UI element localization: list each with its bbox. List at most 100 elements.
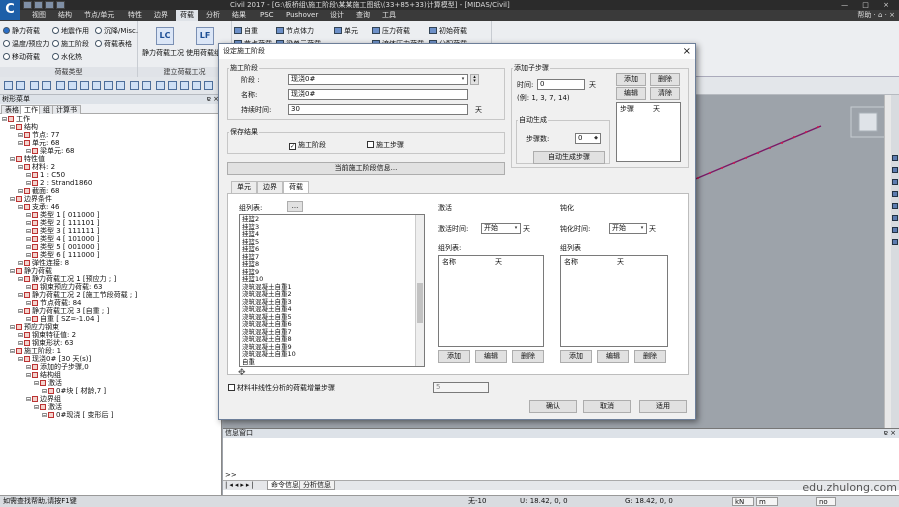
menu-load[interactable]: 荷载 — [176, 10, 198, 21]
tree-node[interactable]: ⊟ 预应力钢束 — [10, 323, 59, 331]
expand-icon[interactable]: ⊟ — [18, 141, 23, 147]
group-list-item[interactable]: 自重 — [242, 358, 255, 366]
tree-node[interactable]: ⊟ 钢束预应力荷载: 63 — [26, 283, 103, 291]
deactivate-delete-button[interactable]: 删除 — [634, 350, 666, 363]
tree-node[interactable]: ⊟ 类型 5 [ 001000 ] — [26, 243, 100, 251]
group-list-scrollbar[interactable] — [415, 215, 424, 366]
tab-command-info[interactable]: 命令信息 — [267, 481, 303, 490]
tree-node[interactable]: ⊟ 1 : C50 — [26, 171, 65, 179]
save-stage-checkbox[interactable]: ✓ 施工阶段 — [289, 141, 326, 150]
perspective-icon[interactable] — [892, 239, 898, 245]
deactivate-list[interactable]: 名称 天 — [560, 255, 668, 347]
menu-tools[interactable]: 工具 — [378, 10, 400, 21]
expand-icon[interactable]: ⊟ — [18, 341, 23, 347]
activate-edit-button[interactable]: 编辑 — [475, 350, 507, 363]
zoom-fit-icon[interactable] — [130, 81, 139, 90]
expand-icon[interactable]: ⊟ — [18, 333, 23, 339]
tree-node[interactable]: ⊟ 边界条件 — [10, 195, 52, 203]
group-list-item[interactable]: 浇筑混凝土自重8 — [242, 336, 292, 343]
tree-node[interactable]: ⊟ 类型 1 [ 011000 ] — [26, 211, 100, 219]
expand-icon[interactable]: ⊟ — [26, 181, 31, 187]
viewport-scrollbar[interactable] — [884, 95, 891, 428]
construction-stage-option[interactable]: 施工阶段 — [52, 40, 89, 49]
expand-icon[interactable]: ⊟ — [26, 213, 31, 219]
undo-icon[interactable] — [56, 1, 65, 9]
expand-icon[interactable]: ⊟ — [18, 277, 23, 283]
force-unit-select[interactable]: kN — [732, 497, 754, 506]
tree-node[interactable]: ⊟ 类型 4 [ 101000 ] — [26, 235, 100, 243]
menu-analysis[interactable]: 分析 — [202, 10, 224, 21]
group-list[interactable]: 挂篮2 挂篮3 挂篮4 挂篮5 挂篮6 挂篮7 挂篮8 挂篮9 挂篮10 浇筑混凝土自重1 浇筑混凝… — [239, 214, 425, 367]
expand-icon[interactable]: ⊟ — [26, 229, 31, 235]
substep-add-button[interactable]: 添加 — [616, 73, 646, 86]
expand-icon[interactable]: ⊟ — [18, 309, 23, 315]
tree-node[interactable]: ⊟ 材料: 2 — [18, 163, 55, 171]
tree-node[interactable]: ⊟ 钢束形状: 63 — [18, 339, 74, 347]
filter-select[interactable]: no — [816, 497, 836, 506]
tree-node[interactable]: ⊟ 节点荷载: 84 — [26, 299, 82, 307]
tree-node[interactable]: ⊟ 结构组 — [26, 371, 61, 379]
duration-input[interactable]: 30 — [288, 104, 468, 115]
tree-node[interactable]: ⊟ 现浇0# [30 天(s)] — [18, 355, 91, 363]
apply-button[interactable]: 适用 — [639, 400, 687, 413]
expand-icon[interactable]: ⊟ — [18, 133, 23, 139]
scrollbar-thumb[interactable] — [417, 283, 423, 323]
expand-icon[interactable]: ⊟ — [10, 269, 15, 275]
menu-pushover[interactable]: Pushover — [282, 10, 322, 21]
back-arrow-icon[interactable] — [4, 81, 13, 90]
polygon-select-icon[interactable] — [80, 81, 89, 90]
load-combination-button[interactable]: LF — [196, 27, 214, 45]
expand-icon[interactable]: ⊟ — [2, 117, 7, 123]
expand-icon[interactable]: ⊟ — [26, 221, 31, 227]
group-list-item[interactable]: 挂篮6 — [242, 246, 259, 253]
name-input[interactable]: 现浇0# — [288, 89, 468, 100]
expand-icon[interactable]: ⊟ — [26, 245, 31, 251]
window-controls[interactable]: — □ × — [841, 0, 895, 10]
node-number-icon[interactable] — [204, 81, 213, 90]
time-input[interactable]: 0 — [537, 79, 585, 90]
window-select-icon[interactable] — [68, 81, 77, 90]
tree-node[interactable]: ⊟ 工作 — [2, 115, 30, 123]
menu-boundary[interactable]: 边界 — [150, 10, 172, 21]
plane-select-icon[interactable] — [104, 81, 113, 90]
cancel-button[interactable]: 取消 — [583, 400, 631, 413]
tree-node[interactable]: ⊟ 结构 — [10, 123, 38, 131]
tree-node[interactable]: ⊟ 激活 — [34, 403, 62, 411]
group-list-item[interactable]: 挂篮8 — [242, 261, 259, 268]
expand-icon[interactable]: ⊟ — [42, 389, 47, 395]
expand-icon[interactable]: ⊟ — [10, 197, 15, 203]
tree-node[interactable]: ⊟ 静力荷载工况 3 [自重 ; ] — [18, 307, 109, 315]
display-icon[interactable] — [180, 81, 189, 90]
substep-clear-button[interactable]: 清除 — [650, 87, 680, 100]
element-load-button[interactable]: 单元 — [334, 27, 358, 36]
pan-icon[interactable] — [892, 215, 898, 221]
tab-nav-arrows[interactable]: |◂◂▸▸| — [225, 481, 256, 489]
substep-delete-button[interactable]: 删除 — [650, 73, 680, 86]
seismic-option[interactable]: 地震作用 — [52, 27, 89, 36]
tree-node[interactable]: ⊟ 类型 6 [ 111000 ] — [26, 251, 100, 259]
expand-icon[interactable]: ⊟ — [42, 413, 47, 419]
expand-icon[interactable]: ⊟ — [26, 373, 31, 379]
stage-select[interactable]: 现浇0# ▾ — [288, 74, 468, 85]
substep-edit-button[interactable]: 编辑 — [616, 87, 646, 100]
expand-icon[interactable]: ⊟ — [10, 325, 15, 331]
self-weight-button[interactable]: 自重 — [234, 27, 258, 36]
rotate-icon[interactable] — [892, 203, 898, 209]
tab-analysis-info[interactable]: 分析信息 — [299, 481, 335, 490]
tree-node[interactable]: ⊟ 类型 2 [ 111101 ] — [26, 219, 100, 227]
tree-node[interactable]: ⊟ 静力荷载工况 1 [预应力 ; ] — [18, 275, 116, 283]
expand-icon[interactable]: ⊟ — [26, 397, 31, 403]
expand-icon[interactable]: ⊟ — [18, 165, 23, 171]
expand-icon[interactable]: ⊟ — [26, 317, 31, 323]
tree-node[interactable]: ⊟ 自重 [ SZ=-1.04 ] — [26, 315, 99, 323]
tree-node[interactable]: ⊟ 静力荷载 — [10, 267, 52, 275]
tree-node[interactable]: ⊟ 0#现浇 [ 变形后 ] — [42, 411, 113, 419]
menu-properties[interactable]: 特性 — [124, 10, 146, 21]
temperature-option[interactable]: 温度/预应力 — [3, 40, 49, 49]
tab-element[interactable]: 单元 — [231, 181, 257, 193]
zoom-icon[interactable] — [892, 227, 898, 233]
deactivate-time-select[interactable]: 开始 ▾ — [609, 223, 647, 234]
menu-psc[interactable]: PSC — [256, 10, 278, 21]
group-list-item[interactable]: 浇筑混凝土自重6 — [242, 321, 292, 328]
snap-icon[interactable] — [30, 81, 39, 90]
